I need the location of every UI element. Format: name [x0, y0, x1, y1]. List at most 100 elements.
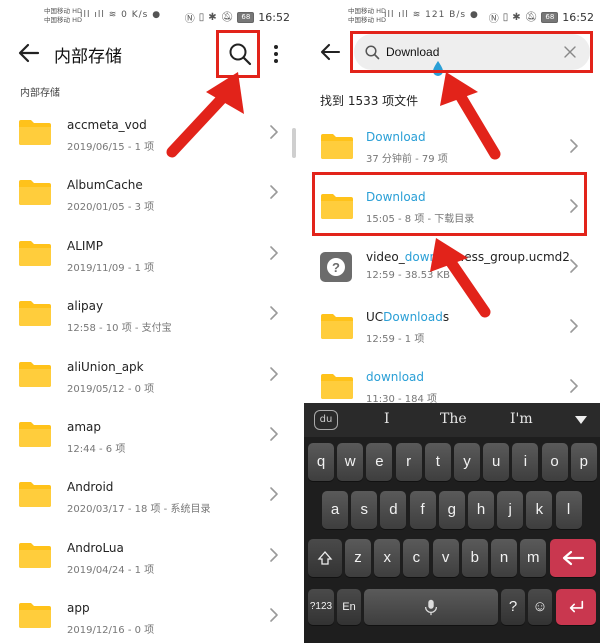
folder-icon	[18, 239, 52, 267]
back-arrow-icon[interactable]	[16, 40, 42, 66]
key-v[interactable]: v	[432, 539, 459, 577]
page-title: 内部存储	[54, 47, 122, 67]
search-icon[interactable]	[226, 40, 254, 68]
folder-meta: 2019/12/16 - 0 项	[67, 625, 155, 637]
folder-name: Android	[67, 480, 114, 495]
key-o-label: o	[550, 453, 559, 470]
key-z-label: z	[354, 549, 362, 566]
folder-name: AndroLua	[67, 540, 124, 555]
hide-keyboard-icon[interactable]	[574, 415, 588, 425]
svg-text:?: ?	[332, 260, 340, 275]
key-d[interactable]: d	[380, 491, 407, 529]
key-g-label: g	[447, 501, 456, 518]
unknown-file-icon: ?	[320, 252, 352, 282]
folder-row[interactable]: AlbumCache 2020/01/05 - 3 项	[0, 164, 296, 224]
result-name-suffix: l_s...ess_group.ucmd2	[437, 250, 570, 264]
microphone-icon	[424, 599, 438, 616]
result-meta: 37 分钟前 - 79 项	[366, 154, 448, 165]
folder-row[interactable]: amap 12:44 - 6 项	[0, 406, 296, 466]
status-time: 16:52	[562, 11, 594, 24]
suggestion-2[interactable]: The	[440, 411, 467, 427]
key-o[interactable]: o	[541, 443, 568, 481]
key-w[interactable]: w	[337, 443, 364, 481]
suggestion-1[interactable]: I	[384, 411, 390, 427]
space-key[interactable]	[364, 589, 498, 625]
chevron-right-icon	[568, 138, 580, 154]
folder-row[interactable]: Android 2020/03/17 - 18 项 - 系统目录	[0, 466, 296, 526]
key-f[interactable]: f	[409, 491, 436, 529]
folder-row[interactable]: app 2019/12/16 - 0 项	[0, 587, 296, 643]
search-bar[interactable]	[354, 34, 590, 70]
key-s[interactable]: s	[351, 491, 378, 529]
key-d-label: d	[389, 501, 398, 518]
key-g[interactable]: g	[438, 491, 465, 529]
text-cursor-handle-icon[interactable]	[432, 60, 444, 76]
shift-key[interactable]	[308, 539, 342, 577]
folder-row[interactable]: accmeta_vod 2019/06/15 - 1 项	[0, 104, 296, 164]
folder-row[interactable]: alipay 12:58 - 10 项 - 支付宝	[0, 285, 296, 345]
enter-key[interactable]	[556, 589, 596, 625]
key-i[interactable]: i	[512, 443, 539, 481]
folder-row[interactable]: ALIMP 2019/11/09 - 1 项	[0, 225, 296, 285]
key-h[interactable]: h	[468, 491, 494, 529]
folder-icon	[18, 299, 52, 327]
folder-name: AlbumCache	[67, 178, 143, 193]
key-w-label: w	[344, 453, 356, 470]
left-screen: 中国移动 HD 中国移动 HD ıll ıll ≋ 0 K/s ● Ⓝ ▯ ✱ …	[0, 0, 296, 643]
key-y[interactable]: y	[454, 443, 480, 481]
key-l[interactable]: l	[555, 491, 582, 529]
key-e[interactable]: e	[366, 443, 393, 481]
language-key[interactable]: En	[337, 589, 361, 625]
folder-meta: 12:44 - 6 项	[67, 443, 126, 455]
result-name-match: Download	[383, 310, 443, 324]
folder-meta: 2019/04/24 - 1 项	[67, 564, 155, 576]
chevron-right-icon	[268, 426, 280, 442]
key-a-label: a	[330, 501, 340, 518]
chevron-right-icon	[268, 547, 280, 563]
signal-icons: ıll ıll ≋ 0 K/s ●	[80, 10, 162, 20]
folder-meta: 2019/05/12 - 0 项	[67, 383, 155, 395]
folder-row[interactable]: AndroLua 2019/04/24 - 1 项	[0, 527, 296, 587]
key-a[interactable]: a	[322, 491, 348, 529]
folder-row[interactable]: aliUnion_apk 2019/05/12 - 0 项	[0, 346, 296, 406]
chevron-right-icon	[268, 366, 280, 382]
key-j[interactable]: j	[497, 491, 524, 529]
search-result-row[interactable]: Download 37 分钟前 - 79 项	[304, 118, 600, 178]
question-key[interactable]: ?	[501, 589, 525, 625]
backspace-key[interactable]	[550, 539, 596, 577]
search-result-row[interactable]: ? video_downl_s...ess_group.ucmd2 12:59 - …	[304, 238, 600, 298]
chevron-right-icon	[268, 607, 280, 623]
key-u-label: u	[492, 453, 501, 470]
folder-name: aliUnion_apk	[67, 359, 144, 374]
key-z[interactable]: z	[345, 539, 371, 577]
back-arrow-icon[interactable]	[318, 40, 342, 64]
key-k[interactable]: k	[526, 491, 553, 529]
key-p-label: p	[579, 453, 588, 470]
net-speed: 0 K/s	[121, 10, 149, 20]
search-result-row[interactable]: UCDownloads 12:59 - 1 项	[304, 298, 600, 358]
emoji-key[interactable]: ☺	[528, 589, 552, 625]
key-p[interactable]: p	[570, 443, 597, 481]
key-u[interactable]: u	[483, 443, 510, 481]
clear-icon[interactable]	[562, 44, 578, 60]
num-symbols-key[interactable]: ?123	[308, 589, 334, 625]
result-name: Download	[366, 190, 426, 204]
search-result-row[interactable]: Download 15:05 - 8 项 - 下载目录	[304, 178, 600, 238]
key-r[interactable]: r	[395, 443, 422, 481]
search-input[interactable]	[386, 42, 546, 62]
folder-meta: 2020/01/05 - 3 项	[67, 202, 155, 214]
more-options-icon[interactable]	[268, 40, 284, 68]
key-c[interactable]: c	[403, 539, 430, 577]
key-q[interactable]: q	[308, 443, 334, 481]
suggestion-3[interactable]: I'm	[510, 411, 533, 427]
keyboard-logo-icon[interactable]: du	[314, 410, 338, 430]
folder-meta: 12:58 - 10 项 - 支付宝	[67, 323, 172, 335]
folder-icon	[320, 372, 354, 400]
chevron-right-icon	[268, 305, 280, 321]
key-n[interactable]: n	[491, 539, 517, 577]
key-m[interactable]: m	[520, 539, 547, 577]
key-t[interactable]: t	[424, 443, 451, 481]
key-v-label: v	[441, 549, 450, 566]
key-b[interactable]: b	[461, 539, 488, 577]
key-x[interactable]: x	[374, 539, 401, 577]
